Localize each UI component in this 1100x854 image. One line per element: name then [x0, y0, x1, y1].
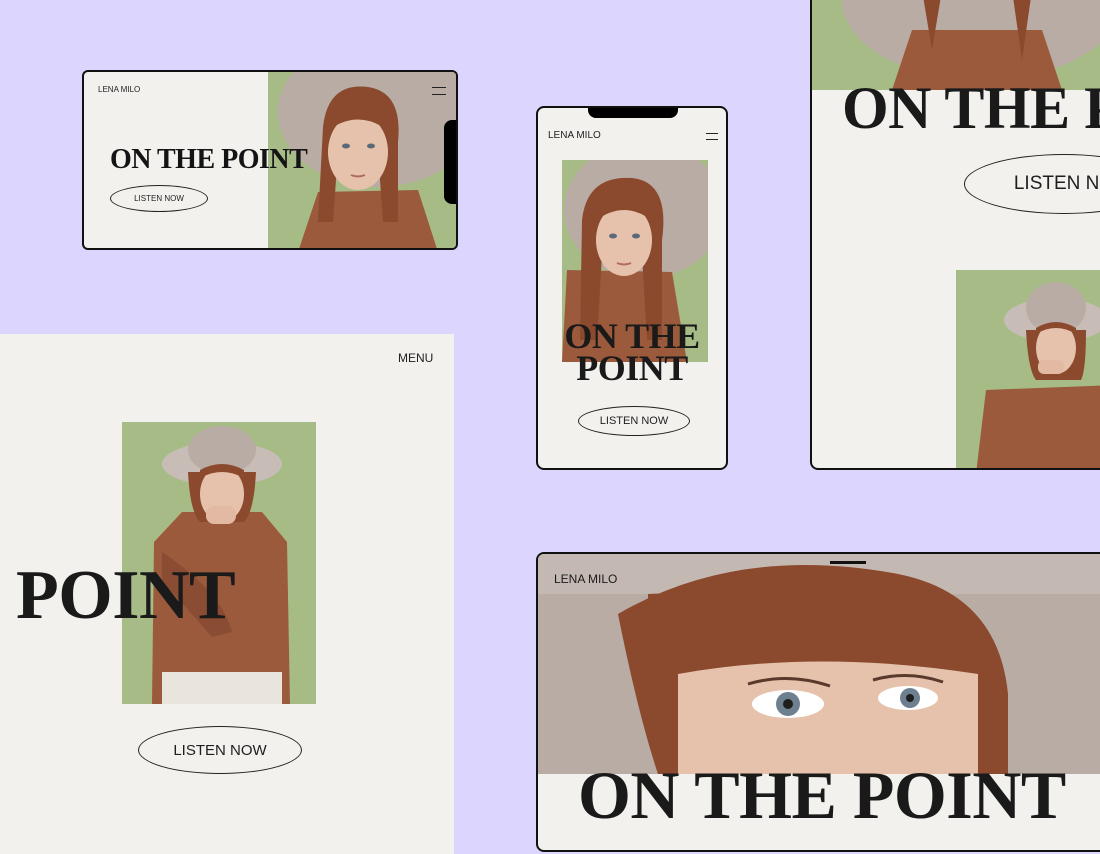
headline: ON THE POINT: [110, 144, 308, 175]
desktop-mockup: MENU POINT LISTEN NOW: [0, 334, 454, 854]
listen-now-button[interactable]: LISTEN NOW: [138, 726, 302, 774]
headline-line-2: POINT: [576, 348, 688, 388]
tablet-mockup: ON THE P LISTEN NO: [810, 0, 1100, 470]
listen-now-button[interactable]: LISTEN NOW: [110, 185, 208, 212]
headline: ON THE POINT: [578, 757, 1066, 833]
desktop-closeup-mockup: LENA MILO ON THE POINT: [536, 552, 1100, 852]
hero-photo-bottom: [956, 270, 1100, 468]
listen-now-button[interactable]: LISTEN NOW: [578, 406, 690, 436]
brand-logo[interactable]: LENA MILO: [554, 572, 617, 586]
hero-photo-closeup: [538, 554, 1100, 774]
landscape-phone-mockup: LENA MILO ON THE POINT LISTEN NOW: [82, 70, 458, 250]
listen-now-button[interactable]: LISTEN NO: [964, 154, 1100, 214]
headline: POINT: [16, 557, 236, 634]
headline: ON THE POINT: [538, 318, 726, 388]
hamburger-icon[interactable]: [432, 87, 446, 95]
brand-logo[interactable]: LENA MILO: [98, 85, 140, 94]
menu-link[interactable]: MENU: [398, 351, 433, 365]
device-notch: [444, 120, 456, 204]
brand-logo[interactable]: LENA MILO: [548, 130, 601, 141]
hamburger-icon[interactable]: [706, 133, 718, 140]
portrait-phone-mockup: LENA MILO ON THE POINT LISTEN NOW: [536, 106, 728, 470]
device-speaker: [830, 561, 866, 564]
headline: ON THE P: [842, 75, 1100, 141]
device-notch: [588, 108, 678, 118]
